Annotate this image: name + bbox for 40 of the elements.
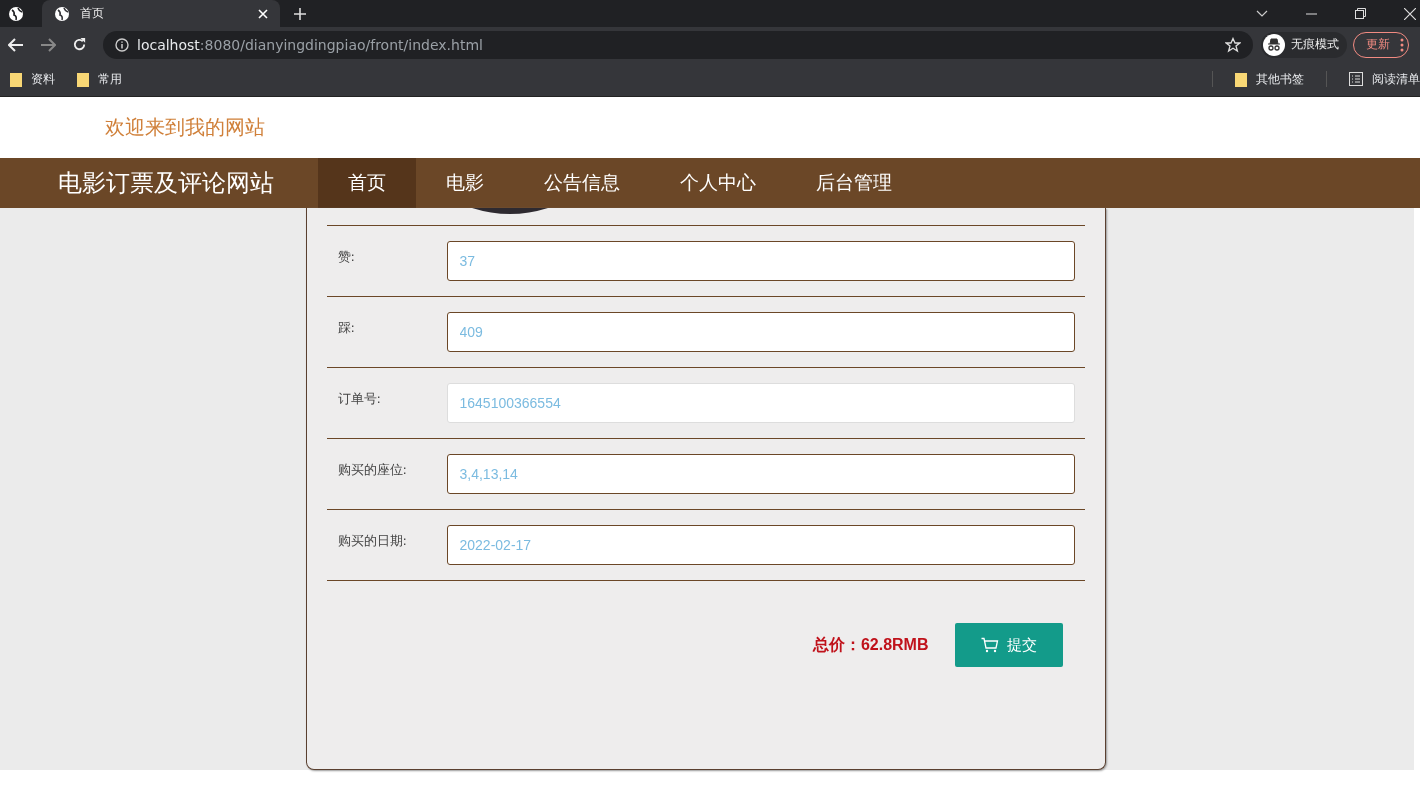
bookmark-folder[interactable]: 常用 [77,70,122,88]
cart-icon [980,637,999,653]
nav-link[interactable]: 电影 [416,158,514,208]
chevron-down-icon[interactable] [1256,9,1268,18]
total-price: 总价：62.8RMB [812,634,929,655]
restore-icon[interactable] [1355,8,1366,19]
incognito-icon [1263,33,1285,56]
welcome-text: 欢迎来到我的网站 [105,114,265,141]
info-icon [115,37,129,52]
bookmark-folder[interactable]: 资料 [10,70,55,88]
nav-link[interactable]: 后台管理 [786,158,922,208]
site-title: 电影订票及评论网站 [58,168,274,199]
folder-icon [77,71,89,87]
globe-icon [8,5,24,22]
browser-tab[interactable]: 首页 [42,0,280,27]
star-icon[interactable] [1225,36,1241,53]
nav-link[interactable]: 首页 [318,158,416,208]
field-label: 购买的座位: [336,461,408,479]
address-bar[interactable]: localhost:8080/dianyingdingpiao/front/index.html [103,30,1253,59]
close-icon[interactable] [1404,7,1416,20]
reading-list-button[interactable]: 阅读清单 [1349,70,1420,88]
reload-icon[interactable] [72,37,87,53]
field-label: 踩: [336,319,356,337]
globe-icon [54,5,70,22]
more-icon [1400,37,1404,52]
nav-link[interactable]: 公告信息 [514,158,650,208]
list-icon [1349,72,1363,87]
new-tab-icon[interactable] [294,7,306,20]
field-label: 赞: [336,248,356,266]
field-label: 购买的日期: [336,532,408,550]
forward-icon[interactable] [40,37,56,52]
tab-title: 首页 [80,5,105,22]
minimize-icon[interactable] [1306,12,1317,15]
incognito-button[interactable]: 无痕模式 [1261,31,1347,58]
bookmark-folder[interactable]: 其他书签 [1235,70,1304,88]
back-icon[interactable] [8,37,24,52]
field-label: 订单号: [336,390,382,408]
folder-icon [10,71,22,87]
nav-link[interactable]: 个人中心 [650,158,786,208]
folder-icon [1235,71,1247,87]
